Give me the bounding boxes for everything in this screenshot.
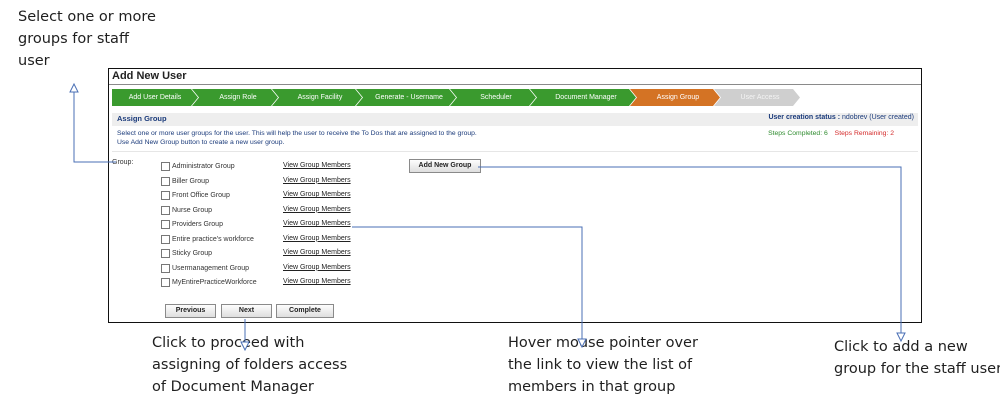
- group-checkbox[interactable]: [161, 162, 170, 171]
- group-checkbox[interactable]: [161, 234, 170, 244]
- wizard-step: Generate - Username: [356, 89, 456, 106]
- complete-button[interactable]: Complete: [276, 304, 334, 318]
- group-name: Entire practice's workforce: [172, 235, 254, 243]
- section-title: Assign Group: [117, 114, 167, 123]
- group-checkbox[interactable]: [161, 278, 170, 287]
- wizard-step: Add User Details: [112, 89, 198, 106]
- group-name: Providers Group: [172, 221, 223, 228]
- view-group-members-link[interactable]: View Group Members: [283, 220, 351, 227]
- wizard-step: Assign Group: [630, 89, 720, 106]
- group-row: Front Office Group View Group Members: [161, 191, 421, 206]
- group-name: Nurse Group: [172, 206, 213, 214]
- group-name: Sticky Group: [172, 250, 213, 257]
- add-new-group-button[interactable]: Add New Group: [409, 159, 481, 173]
- steps-completed: Steps Completed: 6: [768, 130, 828, 137]
- group-list: Administrator Group View Group Members Bil…: [161, 162, 421, 293]
- group-row: Providers Group View Group Members: [161, 220, 421, 235]
- title-divider: [109, 84, 921, 85]
- group-row: Usermanagement Group View Group Members: [161, 263, 421, 279]
- group-row: Sticky Group View Group Members: [161, 249, 421, 264]
- section-divider: [112, 151, 918, 152]
- arrowhead-groups: [69, 82, 79, 93]
- wizard-steps: Add User Details Assign Role Assign Facili…: [112, 89, 794, 106]
- group-name: Usermanagement Group: [172, 264, 250, 272]
- next-button[interactable]: Next: [221, 304, 272, 318]
- add-new-user-panel: Add New User Add User Details Assign Role…: [108, 68, 922, 323]
- help-line-2: Use Add New Group button to create a new…: [117, 139, 285, 146]
- view-group-members-link[interactable]: View Group Members: [283, 264, 351, 271]
- callout-next-hint: Click to proceed with assigning of folde…: [152, 335, 348, 395]
- status-value: ndobrev (User created): [842, 114, 914, 121]
- view-group-members-link[interactable]: View Group Members: [283, 235, 351, 242]
- group-name: MyEntirePracticeWorkforce: [172, 279, 257, 286]
- group-name: Biller Group: [172, 177, 209, 185]
- callout-add-hint: Click to add a new group for the staff u…: [834, 339, 1000, 377]
- view-group-members-link[interactable]: View Group Members: [283, 249, 351, 256]
- steps-remaining: Steps Remaining: 2: [834, 130, 894, 137]
- callout-hover-hint: Hover mouse pointer over the link to vie…: [508, 335, 698, 395]
- window-title: Add New User: [112, 70, 187, 82]
- view-group-members-link[interactable]: View Group Members: [283, 278, 351, 285]
- group-name: Administrator Group: [172, 163, 235, 170]
- group-checkbox[interactable]: [161, 191, 170, 200]
- group-row: Entire practice's workforce View Group Me…: [161, 234, 421, 250]
- group-checkbox[interactable]: [161, 176, 170, 186]
- group-row: Biller Group View Group Members: [161, 176, 421, 192]
- group-row: Administrator Group View Group Members: [161, 162, 421, 177]
- group-checkbox[interactable]: [161, 205, 170, 215]
- group-row: Nurse Group View Group Members: [161, 205, 421, 221]
- group-label: Group:: [112, 159, 134, 166]
- previous-button[interactable]: Previous: [165, 304, 216, 318]
- status-label: User creation status :: [768, 114, 841, 121]
- view-group-members-link[interactable]: View Group Members: [283, 191, 351, 198]
- wizard-step: Document Manager: [530, 89, 636, 106]
- group-name: Front Office Group: [172, 192, 230, 199]
- group-checkbox[interactable]: [161, 249, 170, 258]
- group-row: MyEntirePracticeWorkforce View Group Memb…: [161, 278, 421, 293]
- wizard-step: Assign Facility: [272, 89, 362, 106]
- section-header: Assign Group User creation status : ndob…: [112, 113, 918, 126]
- group-checkbox[interactable]: [161, 263, 170, 273]
- wizard-step: Assign Role: [192, 89, 278, 106]
- step-counts: Steps Completed: 6 Steps Remaining: 2: [768, 130, 894, 137]
- view-group-members-link[interactable]: View Group Members: [283, 162, 351, 169]
- wizard-step: User Access: [714, 89, 800, 106]
- view-group-members-link[interactable]: View Group Members: [283, 177, 351, 184]
- group-checkbox[interactable]: [161, 220, 170, 229]
- wizard-step: Scheduler: [450, 89, 536, 106]
- help-line-1: Select one or more user groups for the u…: [117, 130, 477, 137]
- help-text: Select one or more user groups for the u…: [117, 129, 637, 147]
- callout-select-groups: Select one or more groups for staff user: [18, 9, 156, 69]
- view-group-members-link[interactable]: View Group Members: [283, 206, 351, 213]
- user-creation-status: User creation status : ndobrev (User cre…: [768, 114, 914, 121]
